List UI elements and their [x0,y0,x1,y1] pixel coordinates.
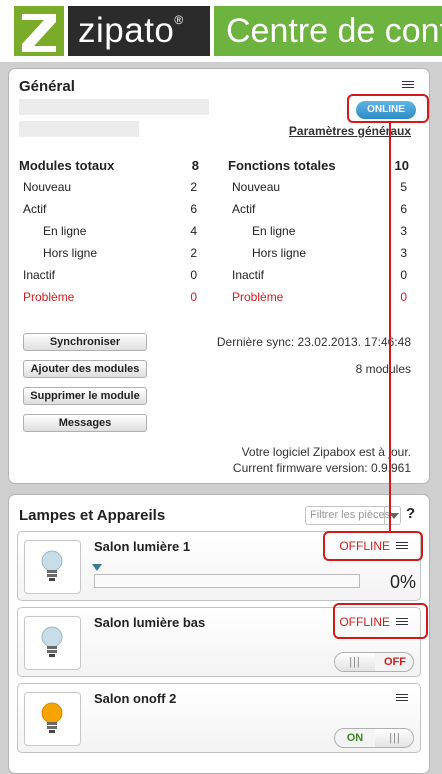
modules-active-value: 6 [190,202,197,216]
add-module-button[interactable]: Ajouter des modules [23,360,147,378]
functions-inactive-label: Inactif [232,268,265,282]
annotation-offline-highlight-1 [323,531,423,561]
redacted-device-id [19,121,139,137]
modules-new-label: Nouveau [23,180,72,194]
functions-online-label: En ligne [252,224,296,238]
functions-new-value: 5 [400,180,407,194]
bulb-off-icon [41,550,63,581]
firmware-version-text: Current firmware version: 0.9.961 [232,461,411,475]
functions-offline-label: Hors ligne [252,246,307,260]
toggle-grip: ||| [375,729,413,747]
functions-total-value: 10 [394,158,409,173]
lamps-title: Lampes et Appareils [19,507,166,524]
module-count-text: 8 modules [355,362,411,376]
modules-offline-value: 2 [190,246,197,260]
modules-problem-label: Problème [23,290,75,304]
device-icon-frame [24,540,81,594]
toggle-state-label: ON [346,732,364,744]
functions-total-label: Fonctions totales [228,158,336,173]
general-title: Général [19,78,75,95]
general-menu-icon[interactable] [402,81,414,90]
dimmer-value: 0% [389,572,416,592]
functions-active-value: 6 [400,202,407,216]
brand-name: zipato® [68,6,210,56]
device-menu-icon[interactable] [396,694,408,703]
app-header: zipato® Centre de contrôle [0,0,442,62]
functions-active-label: Actif [232,202,256,216]
annotation-online-highlight [347,94,429,123]
modules-total-value: 8 [191,158,199,173]
annotation-offline-highlight-2 [333,603,428,639]
modules-inactive-label: Inactif [23,268,56,282]
modules-inactive-value: 0 [190,268,197,282]
device-card-salon-onoff-2: Salon onoff 2 ON ||| [17,683,421,753]
page-title: Centre de contrôle [214,6,442,56]
modules-problem-value: 0 [190,290,197,304]
bulb-off-icon [41,626,63,657]
on-off-toggle[interactable]: ON ||| [334,728,414,748]
annotation-connector-line [389,123,391,533]
remove-module-button[interactable]: Supprimer le module [23,387,147,405]
general-settings-link[interactable]: Paramètres généraux [289,124,411,138]
functions-online-value: 3 [400,224,407,238]
modules-new-value: 2 [190,180,197,194]
modules-online-value: 4 [190,224,197,238]
functions-new-label: Nouveau [232,180,281,194]
slider-thumb-icon[interactable] [92,564,102,571]
device-name: Salon lumière 1 [94,539,191,554]
software-status-text: Votre logiciel Zipabox est à jour. [241,445,411,459]
help-icon[interactable]: ? [406,505,415,522]
device-icon-frame [24,616,81,670]
zipato-z-logo [14,6,64,56]
functions-offline-value: 3 [400,246,407,260]
last-sync-text: Dernière sync: 23.02.2013. 17:46:48 [216,335,411,349]
sync-button[interactable]: Synchroniser [23,333,147,351]
toggle-state-label: OFF [384,656,406,668]
functions-inactive-value: 0 [400,268,407,282]
functions-problem-label: Problème [232,290,284,304]
messages-button[interactable]: Messages [23,414,147,432]
functions-problem-value: 0 [400,290,407,304]
modules-active-label: Actif [23,202,47,216]
dropdown-arrow-icon[interactable] [384,507,401,524]
device-name: Salon onoff 2 [94,691,177,706]
modules-total-label: Modules totaux [19,158,115,173]
modules-online-label: En ligne [43,224,87,238]
device-name: Salon lumière bas [94,615,206,630]
general-panel: Général ONLINE Paramètres généraux Modul… [8,68,430,484]
modules-offline-label: Hors ligne [43,246,98,260]
bulb-on-icon [41,702,63,733]
on-off-toggle[interactable]: ||| OFF [334,652,414,672]
redacted-device-name [19,99,209,115]
toggle-grip: ||| [335,653,375,671]
dimmer-slider[interactable] [94,574,360,588]
device-icon-frame [24,692,81,746]
